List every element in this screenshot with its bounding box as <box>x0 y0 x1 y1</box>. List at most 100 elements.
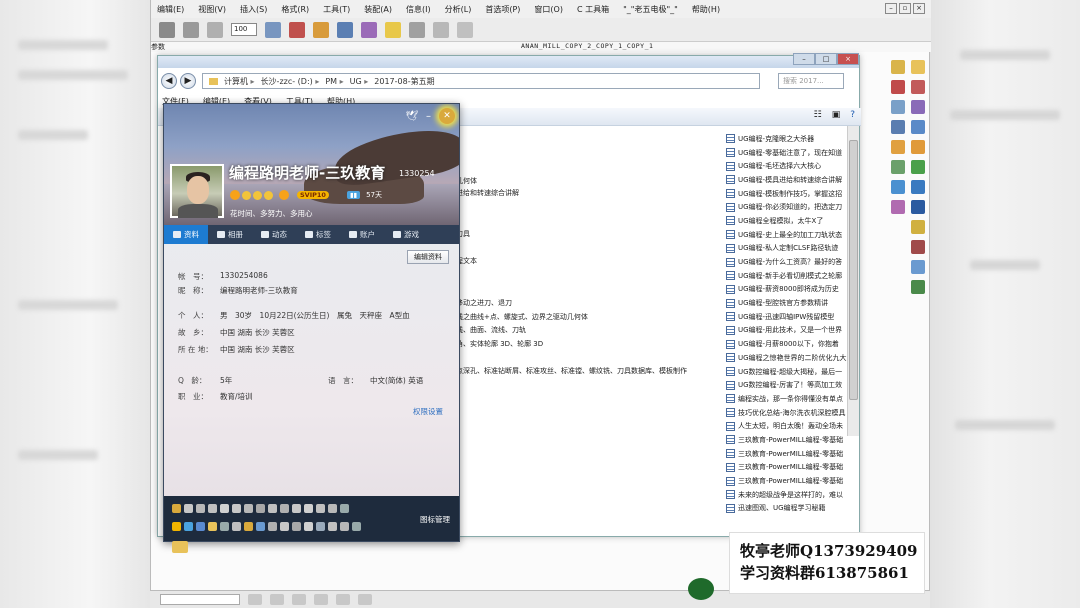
breadcrumb-segment[interactable]: UG <box>350 77 369 86</box>
badge-icon[interactable] <box>316 522 325 531</box>
tool-icon[interactable] <box>891 160 905 174</box>
menu-analysis[interactable]: 分析(L) <box>445 4 472 15</box>
file-item[interactable]: UG编程-薪资8000即将成为历史 <box>726 283 861 297</box>
badge-icon[interactable] <box>268 522 277 531</box>
status-icon[interactable] <box>314 594 328 605</box>
file-item[interactable]: UG数控编程-超级大揭秘，最后一 <box>726 365 861 379</box>
forward-icon[interactable]: ▶ <box>180 73 196 89</box>
badge-icon[interactable] <box>280 504 289 513</box>
badge-icon[interactable] <box>244 504 253 513</box>
file-item[interactable]: 人生太短，明白太晚！轰动全场未 <box>726 419 861 433</box>
badge-icon[interactable] <box>292 522 301 531</box>
file-item[interactable]: UG编程-私人定制CLSF路径轨迹 <box>726 242 861 256</box>
file-item[interactable]: UG编程-新手必看切削模式之轮廓 <box>726 269 861 283</box>
tab-profile[interactable]: 资料 <box>164 225 208 244</box>
status-icon[interactable] <box>336 594 350 605</box>
folder-icon[interactable] <box>172 541 188 553</box>
zoom-select[interactable]: 100 <box>231 23 257 36</box>
badge-icon[interactable] <box>292 504 301 513</box>
tool-icon[interactable] <box>911 140 925 154</box>
file-item[interactable]: 三玖教育-PowerMILL编程-零基础 <box>726 461 861 475</box>
badge-icon[interactable] <box>184 522 193 531</box>
avatar[interactable] <box>170 164 224 218</box>
status-icon[interactable] <box>292 594 306 605</box>
highlight-icon[interactable] <box>385 21 401 38</box>
scrollbar-thumb[interactable] <box>849 140 858 400</box>
svip-badge[interactable]: SVIP10 <box>297 191 329 199</box>
badge-icon[interactable] <box>244 522 253 531</box>
open-icon[interactable] <box>159 21 175 38</box>
badge-icon[interactable] <box>220 504 229 513</box>
menu-insert[interactable]: 插入(S) <box>240 4 267 15</box>
status-icon[interactable] <box>358 594 372 605</box>
breadcrumb-segment[interactable]: PM <box>325 77 343 86</box>
tool-icon[interactable] <box>891 180 905 194</box>
render-icon[interactable] <box>289 21 305 38</box>
badge-icon[interactable] <box>328 522 337 531</box>
file-item[interactable]: UG编程-毛坯选择六大核心 <box>726 159 861 173</box>
icon-manage-button[interactable]: 图标管理 <box>420 514 450 525</box>
tool-icon[interactable] <box>891 80 905 94</box>
file-item[interactable]: UG编程-模具进给和转速综合讲解 <box>726 173 861 187</box>
badge-icon[interactable] <box>232 522 241 531</box>
tool-icon[interactable] <box>911 240 925 254</box>
file-item[interactable]: UG编程-月薪8000以下，你抱着 <box>726 337 861 351</box>
close-icon[interactable]: × <box>837 53 859 65</box>
badge-icon[interactable] <box>304 522 313 531</box>
tool-icon[interactable] <box>891 140 905 154</box>
menu-help[interactable]: 帮助(H) <box>692 4 720 15</box>
save-icon[interactable] <box>183 21 199 38</box>
level-badge-icon[interactable]: ▮▮ <box>346 191 361 199</box>
breadcrumb-segment[interactable]: 计算机 <box>224 76 255 87</box>
view-icon[interactable] <box>433 21 449 38</box>
menu-tools[interactable]: 工具(T) <box>323 4 350 15</box>
file-item[interactable]: UG编程-你必须知道的，把选定刀 <box>726 200 861 214</box>
tool-icon[interactable] <box>891 60 905 74</box>
file-item[interactable]: UG编程-迅速四轴IPW残留模型 <box>726 310 861 324</box>
file-item[interactable]: 三玖教育-PowerMILL编程-零基础 <box>726 447 861 461</box>
file-item[interactable]: UG编程-型腔铣官方参数精讲 <box>726 296 861 310</box>
permission-settings-link[interactable]: 权限设置 <box>413 406 443 417</box>
undo-icon[interactable] <box>207 21 223 38</box>
file-item[interactable]: UG编程之惊艳世界的二阶优化九大 <box>726 351 861 365</box>
tool-icon[interactable] <box>911 260 925 274</box>
minimize-icon[interactable]: – <box>885 3 897 14</box>
menu-info[interactable]: 信息(I) <box>406 4 431 15</box>
restore-icon[interactable]: ▫ <box>899 3 911 14</box>
tool-icon[interactable] <box>891 120 905 134</box>
close-icon[interactable]: × <box>913 3 925 14</box>
minimize-icon[interactable]: – <box>793 53 815 65</box>
file-item[interactable]: UG编程全程模拟，太牛X了 <box>726 214 861 228</box>
file-item[interactable]: 编程实战，那一条你得懂没有单点 <box>726 392 861 406</box>
menu-assembly[interactable]: 装配(A) <box>364 4 392 15</box>
back-icon[interactable]: ◀ <box>161 73 177 89</box>
file-item[interactable]: 未来的超级战争是这样打的，难以 <box>726 488 861 502</box>
file-item[interactable]: 技巧优化总结-海尔洗衣机深腔模具 <box>726 406 861 420</box>
badge-icon[interactable] <box>172 504 181 513</box>
badge-icon[interactable] <box>196 522 205 531</box>
tool-icon[interactable] <box>911 200 925 214</box>
tab-album[interactable]: 相册 <box>208 225 252 244</box>
file-item[interactable]: 三玖教育-PowerMILL编程-零基础 <box>726 433 861 447</box>
badge-icon[interactable] <box>184 504 193 513</box>
file-item[interactable]: UG编程-史上最全的加工刀轨状态 <box>726 228 861 242</box>
tool-icon[interactable] <box>911 220 925 234</box>
file-item[interactable]: UG编程-克隆眼之大杀器 <box>726 132 861 146</box>
menu-view[interactable]: 视图(V) <box>198 4 226 15</box>
minimize-icon[interactable]: – <box>426 111 431 122</box>
paint-icon[interactable] <box>361 21 377 38</box>
breadcrumb-segment[interactable]: 长沙-zzc- (D:) <box>261 76 320 87</box>
badge-icon[interactable] <box>340 522 349 531</box>
menu-toolbox[interactable]: C 工具箱 <box>577 4 609 15</box>
file-item[interactable]: 三玖教育-PowerMILL编程-零基础 <box>726 474 861 488</box>
badge-icon[interactable] <box>208 504 217 513</box>
text-icon[interactable] <box>337 21 353 38</box>
badge-icon[interactable] <box>196 504 205 513</box>
tab-account[interactable]: 账户 <box>340 225 384 244</box>
tool-icon[interactable] <box>911 180 925 194</box>
measure-icon[interactable] <box>409 21 425 38</box>
preview-pane-icon[interactable]: ▣ <box>832 110 841 120</box>
tool-icon[interactable] <box>891 200 905 214</box>
badge-icon[interactable] <box>352 522 361 531</box>
badge-icon[interactable] <box>256 522 265 531</box>
